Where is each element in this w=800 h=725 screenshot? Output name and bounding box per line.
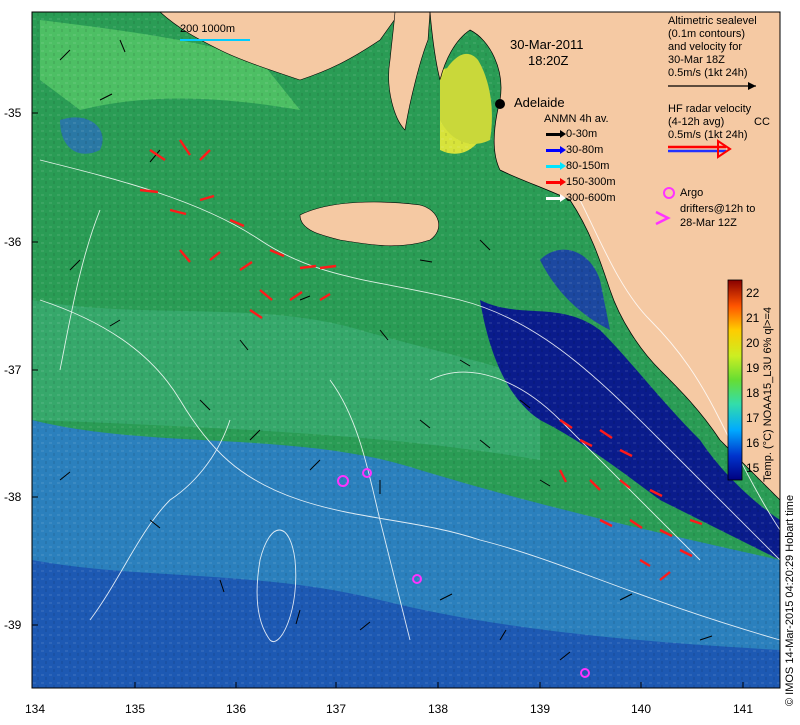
x-tick-label: 138 xyxy=(427,702,449,716)
anmn-legend-item: 80-150m xyxy=(546,160,609,172)
altimetry-legend-line: and velocity for xyxy=(668,41,742,53)
altimetry-legend-line: 0.5m/s (1kt 24h) xyxy=(668,67,748,79)
scale-label: 200 1000m xyxy=(180,23,236,35)
sst-map: -35 -36 -37 -38 -39 134 135 136 137 138 … xyxy=(0,0,800,720)
anmn-legend-label: 0-30m xyxy=(566,128,598,140)
anmn-title: ANMN 4h av. xyxy=(544,113,609,125)
colorbar-label: Temp. (°C) NOAA15_L3U 6% ql>=4 xyxy=(762,307,774,482)
credit-label: © IMOS 14-Mar-2015 04:20:29 Hobart time xyxy=(784,494,796,706)
city-label: Adelaide xyxy=(514,95,565,110)
x-tick-label: 135 xyxy=(124,702,146,716)
colorbar-tick: 16 xyxy=(746,436,760,450)
colorbar xyxy=(727,279,743,481)
anmn-legend-item: 300-600m xyxy=(546,192,616,204)
anmn-legend-item: 0-30m xyxy=(546,128,597,140)
arrow-icon xyxy=(546,129,566,138)
anmn-legend-label: 150-300m xyxy=(566,176,616,188)
colorbar-tick: 20 xyxy=(746,336,760,350)
altimetry-legend-line: (0.1m contours) xyxy=(668,28,746,40)
y-tick-label: -36 xyxy=(4,235,22,249)
anmn-legend-label: 80-150m xyxy=(566,160,610,172)
y-tick-label: -37 xyxy=(4,363,22,377)
anmn-legend-label: 300-600m xyxy=(566,192,616,204)
adelaide-marker xyxy=(495,99,505,109)
y-tick-label: -35 xyxy=(4,106,22,120)
x-tick-label: 136 xyxy=(225,702,247,716)
anmn-legend-label: 30-80m xyxy=(566,144,604,156)
altimetry-legend-line: Altimetric sealevel xyxy=(668,15,757,27)
anmn-legend-item: 150-300m xyxy=(546,176,616,188)
y-tick-label: -38 xyxy=(4,490,22,504)
x-tick-label: 140 xyxy=(630,702,652,716)
arrow-icon xyxy=(546,177,566,186)
colorbar-tick: 17 xyxy=(746,411,760,425)
map-time: 18:20Z xyxy=(528,53,569,68)
x-tick-label: 139 xyxy=(529,702,551,716)
arrow-icon xyxy=(546,161,566,170)
hf-legend-line: (4-12h avg) xyxy=(668,116,725,128)
argo-legend-label: Argo xyxy=(680,187,704,199)
altimetry-legend-line: 30-Mar 18Z xyxy=(668,54,725,66)
colorbar-tick: 22 xyxy=(746,286,760,300)
hf-station-label: CC xyxy=(754,116,770,128)
hf-legend-line: HF radar velocity xyxy=(668,103,752,115)
y-tick-label: -39 xyxy=(4,618,22,632)
hf-legend-line: 0.5m/s (1kt 24h) xyxy=(668,129,748,141)
drifter-legend-line: drifters@12h to xyxy=(680,203,756,215)
x-tick-label: 141 xyxy=(732,702,754,716)
x-tick-label: 137 xyxy=(325,702,347,716)
colorbar-tick: 19 xyxy=(746,361,760,375)
map-date: 30-Mar-2011 xyxy=(510,37,584,52)
arrow-icon xyxy=(546,145,566,154)
x-tick-label: 134 xyxy=(24,702,46,716)
colorbar-tick: 21 xyxy=(746,311,760,325)
arrow-icon xyxy=(546,193,566,202)
drifter-legend-line: 28-Mar 12Z xyxy=(680,217,737,229)
anmn-legend-item: 30-80m xyxy=(546,144,603,156)
colorbar-tick: 15 xyxy=(746,461,760,475)
colorbar-tick: 18 xyxy=(746,386,760,400)
